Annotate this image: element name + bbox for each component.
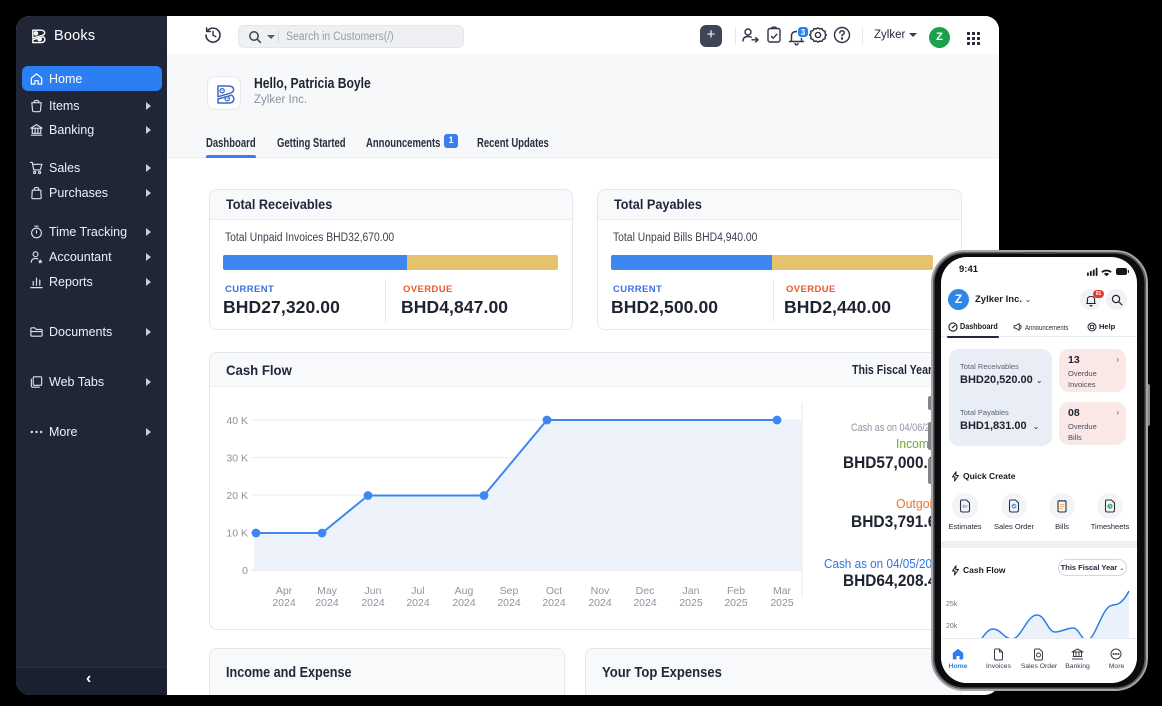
svg-text:2025: 2025 bbox=[770, 597, 794, 609]
svg-text:Jan: Jan bbox=[683, 585, 700, 597]
svg-text:Nov: Nov bbox=[591, 585, 610, 597]
svg-text:2024: 2024 bbox=[633, 597, 657, 609]
svg-text:2024: 2024 bbox=[361, 597, 385, 609]
svg-text:Jul: Jul bbox=[411, 585, 424, 597]
svg-text:2025: 2025 bbox=[724, 597, 748, 609]
svg-text:Sep: Sep bbox=[500, 585, 519, 597]
svg-text:May: May bbox=[317, 585, 338, 597]
svg-text:Aug: Aug bbox=[455, 585, 474, 597]
svg-text:2024: 2024 bbox=[452, 597, 476, 609]
svg-text:40 K: 40 K bbox=[226, 415, 248, 427]
svg-text:2024: 2024 bbox=[272, 597, 296, 609]
svg-text:Cash as on 04/05/2025: Cash as on 04/05/2025 bbox=[824, 556, 945, 571]
svg-text:Jun: Jun bbox=[365, 585, 382, 597]
svg-text:20 K: 20 K bbox=[226, 490, 248, 502]
svg-text:2024: 2024 bbox=[588, 597, 612, 609]
svg-text:2024: 2024 bbox=[497, 597, 521, 609]
svg-text:Oct: Oct bbox=[546, 585, 562, 597]
svg-text:BHD64,208.45: BHD64,208.45 bbox=[843, 571, 945, 590]
svg-text:30 K: 30 K bbox=[226, 453, 248, 465]
svg-text:Mar: Mar bbox=[773, 585, 792, 597]
svg-text:0: 0 bbox=[242, 565, 248, 577]
svg-text:2024: 2024 bbox=[406, 597, 430, 609]
svg-text:2024: 2024 bbox=[315, 597, 339, 609]
svg-text:Feb: Feb bbox=[727, 585, 745, 597]
svg-text:Apr: Apr bbox=[276, 585, 293, 597]
svg-text:2025: 2025 bbox=[679, 597, 703, 609]
svg-text:2024: 2024 bbox=[542, 597, 566, 609]
svg-text:10 K: 10 K bbox=[226, 528, 248, 540]
svg-text:Dec: Dec bbox=[636, 585, 655, 597]
